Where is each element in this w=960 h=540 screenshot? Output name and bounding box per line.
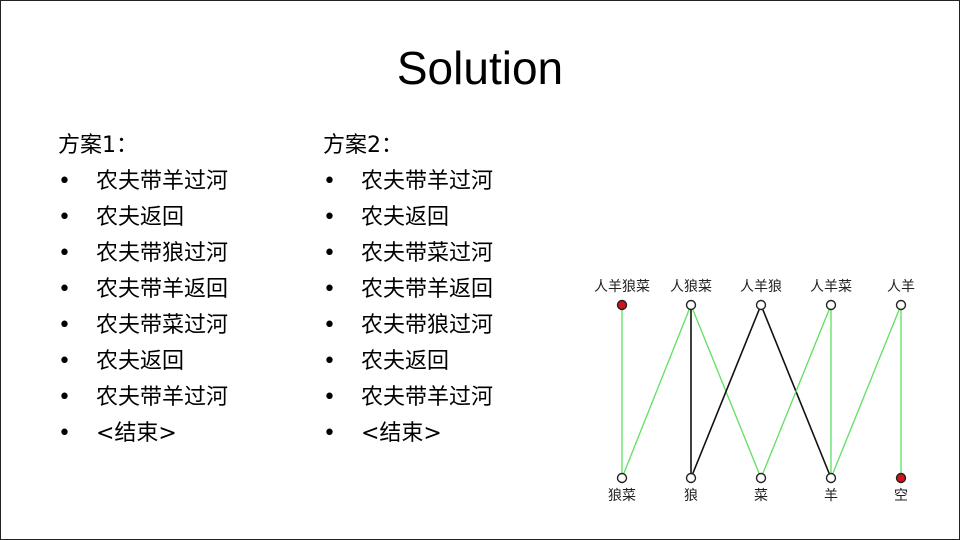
state-graph: 人羊狼菜 人狼菜 人羊狼 人羊菜 人羊狼菜狼菜羊空: [594, 279, 915, 504]
step-text: 农夫返回: [96, 349, 185, 374]
step-text: 农夫带狼过河: [96, 241, 229, 266]
plan-2-step: • 农夫带羊过河: [323, 380, 493, 416]
step-text: 农夫返回: [96, 205, 185, 230]
plan-2-step: • 农夫返回: [323, 200, 493, 236]
bullet-icon: •: [323, 349, 336, 374]
step-text: <结束>: [96, 421, 177, 446]
step-text: 农夫返回: [361, 349, 450, 374]
bullet-icon: •: [323, 277, 336, 302]
plan-1: 方案1： • 农夫带羊过河 • 农夫返回 • 农夫带狼过河 • 农夫带羊返回 • 农夫带菜…: [58, 128, 228, 452]
step-text: 农夫带羊过河: [361, 169, 494, 194]
graph-edges: [621, 304, 902, 479]
plan-1-step: • 农夫返回: [58, 200, 228, 236]
plan-2-step: • 农夫带菜过河: [323, 236, 493, 272]
graph-edge-b4-t5: [830, 304, 902, 479]
step-text: 农夫返回: [361, 205, 450, 230]
graph-node-b1: [616, 472, 628, 484]
step-text: 农夫带菜过河: [96, 313, 229, 338]
graph-node-b3: [755, 472, 767, 484]
graph-labels: 人羊狼菜 人狼菜 人羊狼 人羊菜 人羊狼菜狼菜羊空: [594, 279, 915, 504]
top-node-label: 人羊狼: [740, 279, 782, 295]
plan-2: 方案2： • 农夫带羊过河 • 农夫返回 • 农夫带菜过河 • 农夫带羊返回 • 农夫带狼…: [323, 128, 493, 452]
top-node-label: 人羊狼菜: [594, 279, 650, 295]
graph-node-b5: [895, 472, 907, 484]
bullet-icon: •: [58, 385, 71, 410]
bullet-icon: •: [323, 241, 336, 266]
plan-1-step: • 农夫带狼过河: [58, 236, 228, 272]
graph-node-t3: [755, 299, 767, 311]
bullet-icon: •: [323, 313, 336, 338]
plan-2-step: • 农夫带羊返回: [323, 272, 493, 308]
plan-2-step: • <结束>: [323, 416, 493, 452]
graph-node-b2: [685, 472, 697, 484]
graph-nodes: [616, 299, 907, 484]
graph-node-t5: [895, 299, 907, 311]
plan-1-step: • 农夫返回: [58, 344, 228, 380]
top-node-label: 人羊: [887, 279, 915, 295]
step-text: 农夫带羊过河: [96, 385, 229, 410]
bullet-icon: •: [323, 385, 336, 410]
step-text: 农夫带羊过河: [361, 385, 494, 410]
plan-1-step: • 农夫带菜过河: [58, 308, 228, 344]
step-text: 农夫带狼过河: [361, 313, 494, 338]
graph-node-t2: [685, 299, 697, 311]
step-text: 农夫带菜过河: [361, 241, 494, 266]
step-text: <结束>: [361, 421, 442, 446]
step-text: 农夫带羊返回: [96, 277, 229, 302]
bullet-icon: •: [58, 313, 71, 338]
bullet-icon: •: [58, 205, 71, 230]
top-node-label: 人羊菜: [810, 279, 852, 295]
bottom-node-label: 羊: [824, 488, 838, 504]
bullet-icon: •: [58, 277, 71, 302]
bullet-icon: •: [58, 421, 71, 446]
step-text: 农夫带羊过河: [96, 169, 229, 194]
plan-2-step: • 农夫返回: [323, 344, 493, 380]
plan-2-step: • 农夫带狼过河: [323, 308, 493, 344]
bullet-icon: •: [58, 349, 71, 374]
bottom-node-label: 狼菜: [608, 488, 636, 504]
plan-1-heading: 方案1：: [58, 133, 138, 158]
plan-2-steps: • 农夫带羊过河 • 农夫返回 • 农夫带菜过河 • 农夫带羊返回 • 农夫带狼过河 • 农…: [323, 164, 493, 452]
plan-1-step: • 农夫带羊返回: [58, 272, 228, 308]
bottom-node-label: 空: [894, 488, 908, 504]
graph-node-t1: [616, 299, 628, 311]
slide-title: Solution: [396, 42, 564, 94]
plan-2-step: • 农夫带羊过河: [323, 164, 493, 200]
plan-1-step: • 农夫带羊过河: [58, 164, 228, 200]
bottom-node-label: 狼: [684, 488, 698, 504]
bullet-icon: •: [323, 169, 336, 194]
plan-1-step: • 农夫带羊过河: [58, 380, 228, 416]
top-node-label: 人狼菜: [670, 279, 712, 295]
graph-node-b4: [825, 472, 837, 484]
plan-1-steps: • 农夫带羊过河 • 农夫返回 • 农夫带狼过河 • 农夫带羊返回 • 农夫带菜过河 • 农…: [58, 164, 228, 452]
graph-edge-b1-t2: [621, 304, 692, 479]
step-text: 农夫带羊返回: [361, 277, 494, 302]
plan-2-heading: 方案2：: [323, 133, 403, 158]
bullet-icon: •: [58, 241, 71, 266]
graph-node-t4: [825, 299, 837, 311]
bullet-icon: •: [58, 169, 71, 194]
plan-1-step: • <结束>: [58, 416, 228, 452]
bottom-node-label: 菜: [754, 488, 768, 504]
bullet-icon: •: [323, 421, 336, 446]
bullet-icon: •: [323, 205, 336, 230]
